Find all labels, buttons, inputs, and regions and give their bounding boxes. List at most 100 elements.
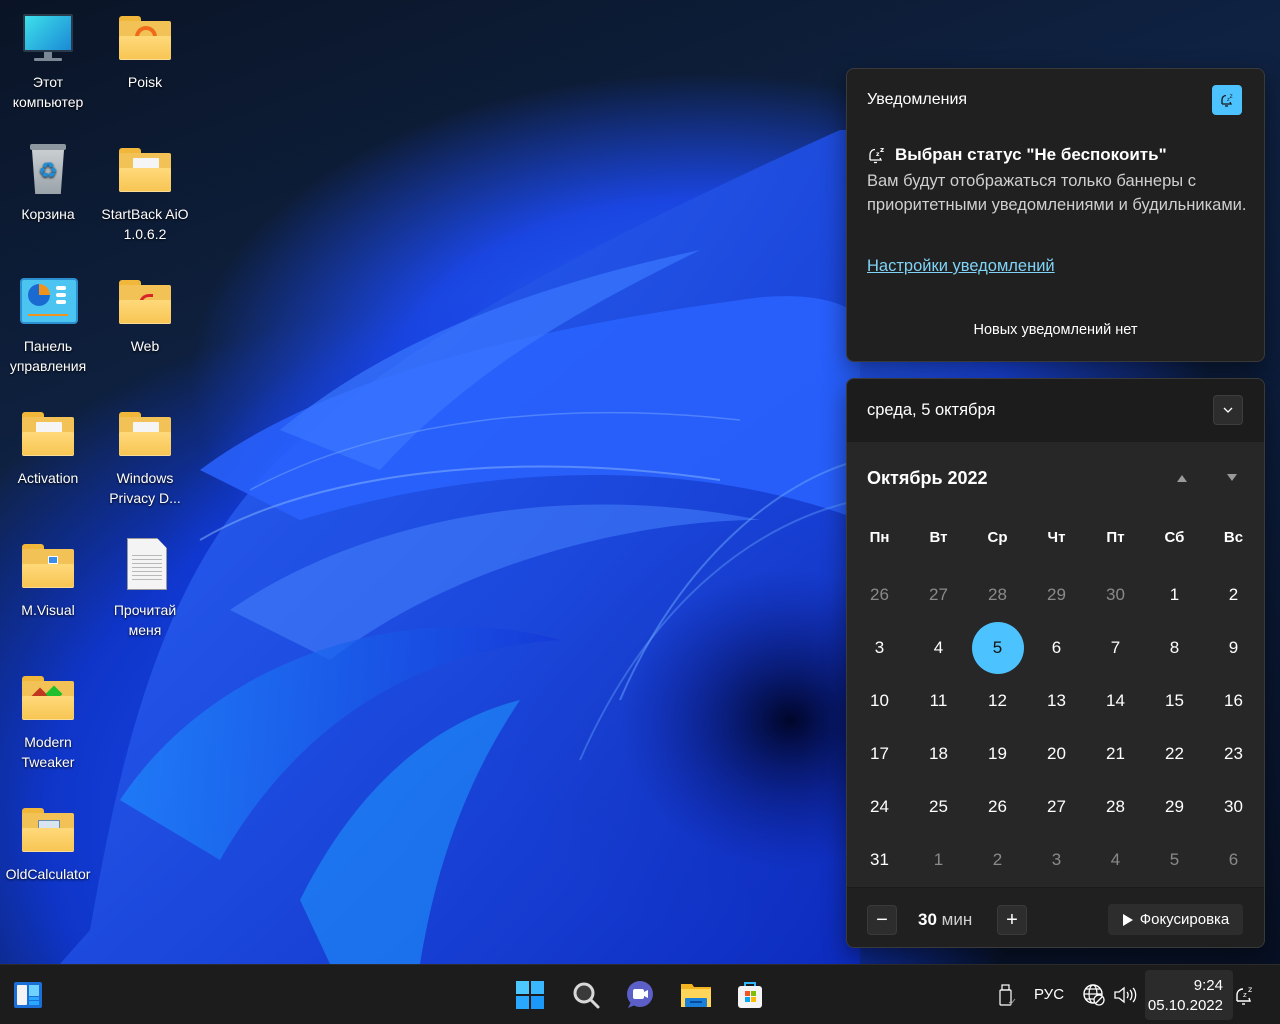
calendar-day[interactable]: 20	[1027, 727, 1086, 780]
calendar-day[interactable]: 11	[909, 674, 968, 727]
calendar-day[interactable]: 2	[1204, 568, 1263, 621]
calendar-day[interactable]: 30	[1086, 568, 1145, 621]
do-not-disturb-bell-icon: z z	[1236, 985, 1252, 1005]
desktop-icon-web[interactable]: Web	[97, 274, 193, 356]
input-language-indicator[interactable]: РУС	[1034, 986, 1064, 1003]
calendar-day[interactable]: 16	[1204, 674, 1263, 727]
widgets-icon	[14, 982, 42, 1008]
desktop-icon-label: StartBack AiO 1.0.6.2	[101, 206, 189, 242]
calendar-day[interactable]: 5	[1145, 833, 1204, 886]
collapse-calendar-button[interactable]	[1213, 395, 1243, 425]
calendar-day[interactable]: 23	[1204, 727, 1263, 780]
calendar-day[interactable]: 21	[1086, 727, 1145, 780]
volume-button[interactable]	[1109, 977, 1141, 1013]
calendar-day-number: 2	[1228, 584, 1239, 604]
calendar-day-number: 26	[870, 584, 889, 604]
desktop-icon-this-pc[interactable]: Этот компьютер	[0, 10, 96, 112]
calendar-day[interactable]: 4	[909, 621, 968, 674]
taskbar: РУС 9:24 05.10.2022 z z	[0, 964, 1280, 1024]
calendar-day[interactable]: 15	[1145, 674, 1204, 727]
desktop-icon-label: Панель управления	[9, 338, 87, 374]
focus-session-bar: − 30 мин + Фокусировка	[847, 887, 1264, 947]
calendar-day[interactable]: 29	[1027, 568, 1086, 621]
calendar-day[interactable]: 28	[968, 568, 1027, 621]
calendar-day[interactable]: 12	[968, 674, 1027, 727]
calendar-day[interactable]: 29	[1145, 780, 1204, 833]
notification-center-button[interactable]: z z	[1230, 977, 1260, 1013]
start-focus-button[interactable]: Фокусировка	[1108, 904, 1243, 935]
calendar-day-number: 21	[1106, 743, 1125, 763]
calendar-day[interactable]: 27	[1027, 780, 1086, 833]
notification-settings-link[interactable]: Настройки уведомлений	[867, 257, 1055, 276]
calendar-day[interactable]: 2	[968, 833, 1027, 886]
calendar-day-number: 9	[1228, 637, 1239, 657]
chat-button[interactable]	[622, 977, 658, 1013]
calendar-day[interactable]: 26	[968, 780, 1027, 833]
usb-drive-icon	[999, 984, 1016, 1006]
calendar-day[interactable]: 9	[1204, 621, 1263, 674]
search-button[interactable]	[568, 977, 604, 1013]
calendar-day[interactable]: 8	[1145, 621, 1204, 674]
calendar-day-number: 24	[870, 796, 889, 816]
calendar-day-number: 18	[929, 743, 948, 763]
calendar-day[interactable]: 22	[1145, 727, 1204, 780]
folder-icon	[20, 406, 76, 462]
desktop-icon-modern-tweaker[interactable]: Modern Tweaker	[0, 670, 96, 772]
safely-remove-hardware-button[interactable]	[988, 977, 1024, 1013]
calendar-day-today[interactable]: 5	[968, 621, 1027, 674]
network-button[interactable]	[1077, 977, 1111, 1013]
do-not-disturb-toggle[interactable]: z z	[1212, 85, 1242, 115]
desktop-icon-windows-privacy[interactable]: Windows Privacy D...	[97, 406, 193, 508]
chevron-down-icon	[1223, 407, 1233, 413]
calendar-day[interactable]: 1	[909, 833, 968, 886]
calendar-day[interactable]: 28	[1086, 780, 1145, 833]
calendar-day[interactable]: 1	[1145, 568, 1204, 621]
calendar-day-number: 13	[1047, 690, 1066, 710]
calendar-day[interactable]: 26	[850, 568, 909, 621]
focus-duration-unit: мин	[941, 910, 973, 929]
desktop-icon-readme[interactable]: Прочитай меня	[97, 538, 193, 640]
calendar-day[interactable]: 13	[1027, 674, 1086, 727]
desktop-icon-poisk[interactable]: Poisk	[97, 10, 193, 92]
calendar-day[interactable]: 24	[850, 780, 909, 833]
calendar-day-number: 1	[933, 849, 944, 869]
calendar-day[interactable]: 18	[909, 727, 968, 780]
calendar-day[interactable]: 25	[909, 780, 968, 833]
increase-duration-button[interactable]: +	[997, 905, 1027, 935]
clock-date-button[interactable]: 9:24 05.10.2022	[1145, 970, 1233, 1020]
weekday-label: Сб	[1164, 529, 1185, 546]
calendar-day-number: 2	[992, 849, 1003, 869]
calendar-day[interactable]: 3	[850, 621, 909, 674]
calendar-day[interactable]: 6	[1027, 621, 1086, 674]
calendar-month-title[interactable]: Октябрь 2022	[867, 468, 988, 489]
calendar-day[interactable]: 27	[909, 568, 968, 621]
desktop-icon-recycle-bin[interactable]: ♻ Корзина	[0, 142, 96, 224]
calendar-day[interactable]: 14	[1086, 674, 1145, 727]
folder-icon	[681, 984, 711, 1007]
calendar-day[interactable]: 10	[850, 674, 909, 727]
svg-text:z: z	[880, 146, 884, 154]
calendar-day[interactable]: 30	[1204, 780, 1263, 833]
text-document-icon	[117, 538, 173, 594]
desktop-icon-old-calculator[interactable]: OldCalculator	[0, 802, 96, 884]
desktop-icon-startback[interactable]: StartBack AiO 1.0.6.2	[97, 142, 193, 244]
calendar-day[interactable]: 3	[1027, 833, 1086, 886]
desktop-icon-m-visual[interactable]: M.Visual	[0, 538, 96, 620]
calendar-day[interactable]: 17	[850, 727, 909, 780]
start-button[interactable]	[512, 977, 548, 1013]
calendar-day[interactable]: 31	[850, 833, 909, 886]
desktop-icon-activation[interactable]: Activation	[0, 406, 96, 488]
previous-month-button[interactable]	[1172, 471, 1192, 485]
decrease-duration-button[interactable]: −	[867, 905, 897, 935]
calendar-day[interactable]: 4	[1086, 833, 1145, 886]
desktop-icon-control-panel[interactable]: Панель управления	[0, 274, 96, 376]
svg-text:z: z	[1248, 985, 1252, 994]
store-button[interactable]	[732, 977, 768, 1013]
widgets-button[interactable]	[10, 977, 46, 1013]
next-month-button[interactable]	[1222, 471, 1242, 485]
calendar-day[interactable]: 6	[1204, 833, 1263, 886]
file-explorer-button[interactable]	[678, 977, 714, 1013]
calendar-day[interactable]: 19	[968, 727, 1027, 780]
calendar-day[interactable]: 7	[1086, 621, 1145, 674]
calendar-day-number: 3	[874, 637, 885, 657]
